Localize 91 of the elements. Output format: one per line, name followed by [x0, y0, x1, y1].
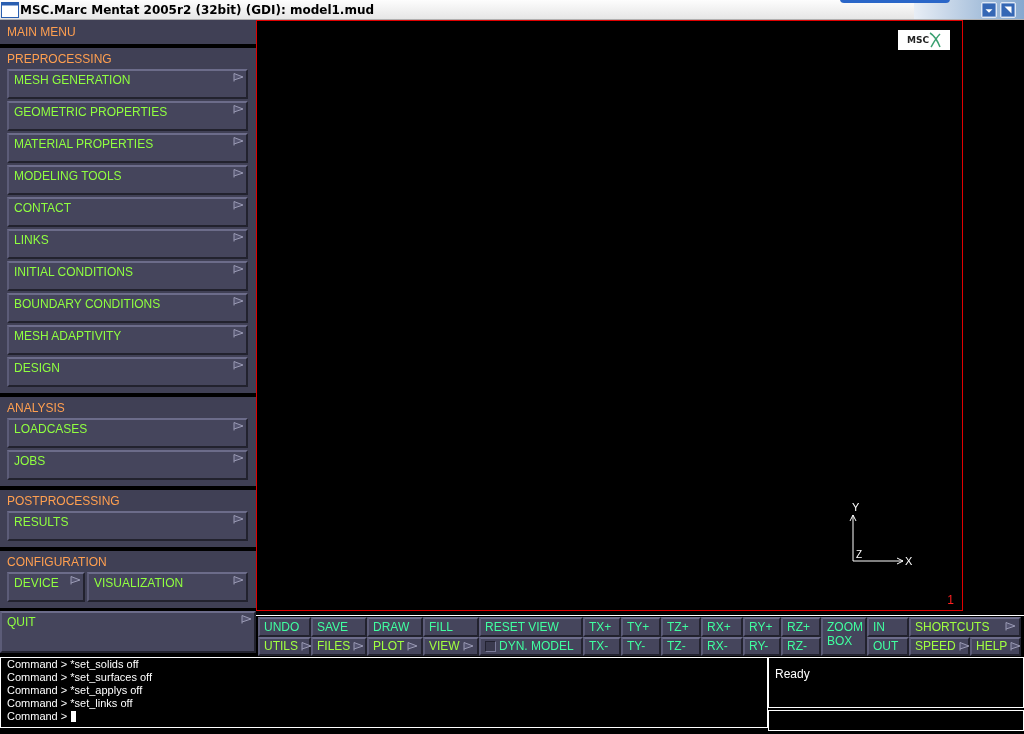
toolbar-button[interactable]: DYN. MODEL [479, 636, 583, 656]
toolbar-button[interactable]: DRAW [367, 617, 423, 637]
checkbox[interactable] [485, 640, 496, 652]
graphics-viewport[interactable]: MSC Y Z X 1 [256, 20, 963, 611]
flag-icon [958, 641, 970, 651]
flag-icon [233, 265, 244, 274]
axis-label: X [905, 555, 913, 567]
toolbar-button[interactable]: TZ- [661, 636, 701, 656]
flag-icon [1010, 641, 1022, 651]
toolbar-button[interactable]: SAVE [311, 617, 367, 637]
toolbar-button[interactable]: RX- [701, 636, 743, 656]
toolbar-button[interactable]: TX+ [583, 617, 621, 637]
menu-button[interactable]: VISUALIZATION [87, 572, 248, 602]
toolbar-button[interactable]: UNDO [258, 617, 311, 637]
flag-icon [233, 454, 244, 463]
toolbar-button[interactable]: FILL [423, 617, 479, 637]
flag-icon [301, 641, 312, 651]
flag-icon [233, 169, 244, 178]
flag-icon [463, 641, 474, 651]
toolbar-button[interactable]: UTILS [258, 636, 311, 656]
section-title: POSTPROCESSING [7, 493, 121, 510]
toolbar-button[interactable]: TY- [621, 636, 661, 656]
flag-icon [233, 576, 244, 585]
menu-button[interactable]: MODELING TOOLS [7, 165, 248, 195]
viewport-number: 1 [947, 593, 954, 607]
toolbar-button[interactable]: RZ- [781, 636, 821, 656]
logo: MSC [898, 30, 950, 50]
flag-icon [407, 641, 419, 651]
toolbar-button[interactable]: OUT [867, 636, 909, 656]
flag-icon [233, 73, 244, 82]
toolbar-button[interactable]: SPEED [909, 636, 970, 656]
toolbar-button[interactable]: PLOT [367, 636, 423, 656]
command-log-line: Command > *set_links off [7, 697, 134, 710]
toolbar-button[interactable]: RZ+ [781, 617, 821, 637]
window-title: MSC.Marc Mentat 2005r2 (32bit) (GDI): model1.mud [20, 2, 375, 17]
menu-button[interactable]: DESIGN [7, 357, 248, 387]
toolbar-button[interactable]: RY+ [743, 617, 781, 637]
axis-triad-drawing [849, 514, 904, 565]
section-title: CONFIGURATION [7, 554, 108, 571]
toolbar-button[interactable]: TY+ [621, 617, 661, 637]
menu-button[interactable]: INITIAL CONDITIONS [7, 261, 248, 291]
menu-button[interactable]: MESH ADAPTIVITY [7, 325, 248, 355]
toolbar-button[interactable]: ZOOM BOX [821, 617, 867, 656]
menu-button[interactable]: GEOMETRIC PROPERTIES [7, 101, 248, 131]
flag-icon [233, 105, 244, 114]
toolbar-button[interactable]: HELP [970, 636, 1021, 656]
flag-icon [353, 641, 365, 651]
menu-button[interactable]: MATERIAL PROPERTIES [7, 133, 248, 163]
section-title: ANALYSIS [7, 400, 66, 417]
toolbar-button[interactable]: TZ+ [661, 617, 701, 637]
menu-button[interactable]: LINKS [7, 229, 248, 259]
toolbar-button[interactable]: TX- [583, 636, 621, 656]
flag-icon [233, 422, 244, 431]
flag-icon [233, 201, 244, 210]
menu-button[interactable]: MESH GENERATION [7, 69, 248, 99]
menu-button[interactable]: DEVICE [7, 572, 85, 602]
menu-button[interactable]: QUIT [0, 611, 256, 653]
menu-button[interactable]: JOBS [7, 450, 248, 480]
menu-button[interactable]: BOUNDARY CONDITIONS [7, 293, 248, 323]
axis-label: Y [852, 501, 860, 513]
flag-icon [233, 297, 244, 306]
flag-icon [233, 361, 244, 370]
status-message: Ready [775, 667, 810, 681]
restore-icon[interactable] [1000, 2, 1016, 18]
menu-button[interactable]: RESULTS [7, 511, 248, 541]
axis-label: Z [856, 549, 863, 560]
window-icon [1, 1, 19, 18]
command-log-line: Command > *set_applys off [7, 684, 144, 697]
command-log-line: Command > *set_surfaces off [7, 671, 153, 684]
menu-button[interactable]: CONTACT [7, 197, 248, 227]
toolbar-button[interactable]: VIEW [423, 636, 479, 656]
flag-icon [233, 233, 244, 242]
text-cursor [71, 711, 77, 722]
flag-icon [1005, 622, 1016, 632]
flag-icon [233, 329, 244, 338]
toolbar-button[interactable]: RX+ [701, 617, 743, 637]
section-title: PREPROCESSING [7, 51, 113, 68]
toolbar-button[interactable]: SHORTCUTS [909, 617, 1021, 637]
flag-icon [233, 137, 244, 146]
menu-button[interactable]: LOADCASES [7, 418, 248, 448]
flag-icon [241, 615, 252, 624]
flag-icon [70, 576, 81, 585]
toolbar-button[interactable]: RESET VIEW [479, 617, 583, 637]
command-log-line: Command > *set_solids off [7, 658, 140, 671]
toolbar-button[interactable]: FILES [311, 636, 367, 656]
dropdown-icon[interactable] [981, 2, 997, 18]
main-menu-header: MAIN MENU [0, 20, 256, 44]
toolbar-button[interactable]: IN [867, 617, 909, 637]
command-prompt: Command > [7, 710, 68, 723]
flag-icon [233, 515, 244, 524]
toolbar-button[interactable]: RY- [743, 636, 781, 656]
